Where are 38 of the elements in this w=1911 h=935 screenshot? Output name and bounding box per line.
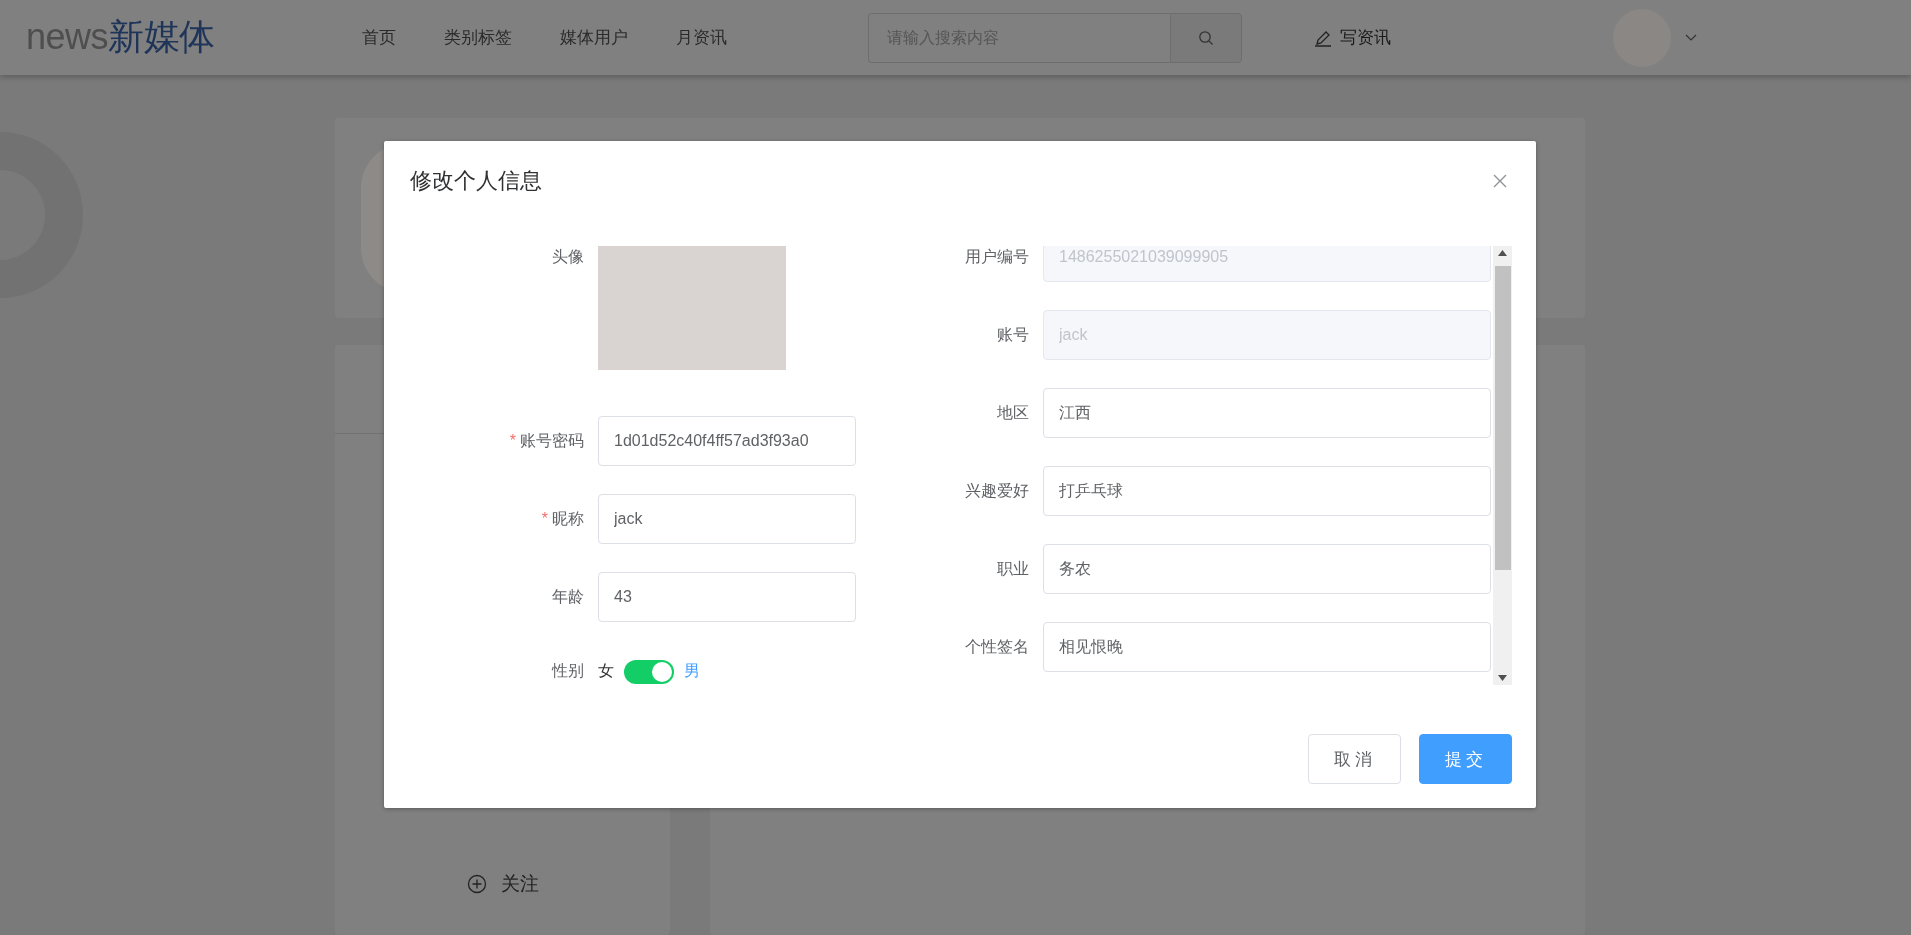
field-label: * 昵称 xyxy=(540,508,585,529)
text-field[interactable]: 43 xyxy=(598,572,856,622)
text-field[interactable]: 江西 xyxy=(1043,388,1491,438)
scroll-down-arrow-icon[interactable] xyxy=(1498,675,1507,681)
search-icon xyxy=(1198,29,1214,46)
plus-circle-icon xyxy=(466,874,487,894)
text-field[interactable]: jack xyxy=(598,494,856,544)
search-button[interactable] xyxy=(1170,12,1242,63)
field-label: 头像 xyxy=(551,247,585,267)
text-field[interactable]: 打乒乓球 xyxy=(1043,466,1491,516)
field-label: 职业 xyxy=(996,558,1030,579)
field-label: 年龄 xyxy=(551,586,585,607)
nav-link[interactable]: 类别标签 xyxy=(444,26,512,49)
nav-link[interactable]: 媒体用户 xyxy=(560,26,628,49)
field-label: 用户编号 xyxy=(964,246,1030,267)
caret-icon[interactable] xyxy=(1685,33,1697,42)
gender-switch[interactable] xyxy=(624,659,674,684)
field-label: 账号 xyxy=(996,324,1030,345)
scrollbar[interactable] xyxy=(1493,246,1512,685)
text-field[interactable]: 相见恨晚 xyxy=(1043,622,1491,672)
nav-link[interactable]: 月资讯 xyxy=(676,26,727,49)
submit-button[interactable]: 提交 xyxy=(1419,734,1512,784)
follow-button[interactable]: 关注 xyxy=(466,871,539,897)
field-label: 性别 xyxy=(550,661,585,681)
switch-option-label[interactable]: 男 xyxy=(684,661,700,682)
write-article-link[interactable]: 写资讯 xyxy=(1314,26,1391,49)
dialog-title: 修改个人信息 xyxy=(410,167,542,195)
close-icon[interactable] xyxy=(1493,174,1507,188)
switch-option-label[interactable]: 女 xyxy=(598,661,614,682)
text-field[interactable]: 1d01d52c40f4ff57ad3f93a0 xyxy=(598,416,856,466)
field-label: 地区 xyxy=(996,402,1030,423)
text-field[interactable]: 务农 xyxy=(1043,544,1491,594)
nav-link[interactable]: 首页 xyxy=(362,26,396,49)
cancel-button[interactable]: 取消 xyxy=(1308,734,1401,784)
scroll-up-arrow-icon[interactable] xyxy=(1498,250,1507,256)
field-label: * 账号密码 xyxy=(508,430,585,451)
field-label: 兴趣爱好 xyxy=(964,480,1030,501)
field-label: 个性签名 xyxy=(964,636,1030,657)
